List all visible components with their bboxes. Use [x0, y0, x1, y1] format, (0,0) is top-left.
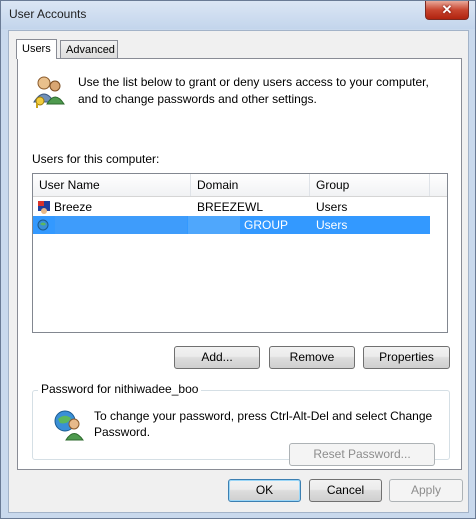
table-row-selected[interactable]: GROUP Users — [33, 216, 430, 234]
remove-button[interactable]: Remove — [269, 346, 355, 369]
password-groupbox-legend: Password for nithiwadee_boo — [38, 382, 202, 396]
cell-group: Users — [316, 218, 348, 232]
properties-button[interactable]: Properties — [363, 346, 450, 369]
apply-button[interactable]: Apply — [389, 479, 463, 502]
close-button[interactable]: ✕ — [425, 1, 469, 20]
change-password-text: To change your password, press Ctrl-Alt-… — [94, 409, 433, 439]
table-row[interactable]: Breeze BREEZEWL Users — [33, 198, 430, 216]
window-title: User Accounts — [9, 7, 87, 21]
cell-domain: BREEZEWL — [197, 200, 264, 214]
tab-advanced[interactable]: Advanced — [60, 40, 118, 58]
column-header-user-name[interactable]: User Name — [33, 174, 191, 196]
ok-button[interactable]: OK — [228, 479, 301, 502]
users-list[interactable]: User Name Domain Group Breeze BREEZEWL U… — [32, 173, 448, 333]
users-list-label: Users for this computer: — [32, 152, 160, 166]
cell-user-name: Breeze — [54, 200, 93, 214]
user-flag-icon — [38, 201, 50, 214]
add-button[interactable]: Add... — [174, 346, 260, 369]
user-globe-icon — [37, 219, 49, 231]
reset-password-button[interactable]: Reset Password... — [289, 443, 435, 466]
user-globe-icon — [54, 410, 84, 441]
close-icon: ✕ — [441, 2, 453, 17]
cell-domain: GROUP — [244, 218, 289, 232]
dialog-client-area: Users Advanced Use the list below to gra… — [8, 30, 469, 513]
column-header-group[interactable]: Group — [310, 174, 430, 196]
title-bar[interactable]: User Accounts ✕ — [1, 1, 475, 29]
list-header: User Name Domain Group — [33, 174, 447, 197]
users-keys-icon — [33, 76, 65, 108]
intro-text: Use the list below to grant or deny user… — [78, 75, 429, 106]
cell-group: Users — [316, 200, 348, 214]
redacted-user-name — [55, 216, 187, 234]
user-accounts-window: User Accounts ✕ Users Advanced Use the l… — [0, 0, 476, 519]
tab-users[interactable]: Users — [16, 39, 57, 59]
cancel-button[interactable]: Cancel — [309, 479, 382, 502]
users-tab-panel: Use the list below to grant or deny user… — [17, 58, 462, 470]
redacted-domain — [188, 216, 240, 234]
column-header-domain[interactable]: Domain — [191, 174, 310, 196]
